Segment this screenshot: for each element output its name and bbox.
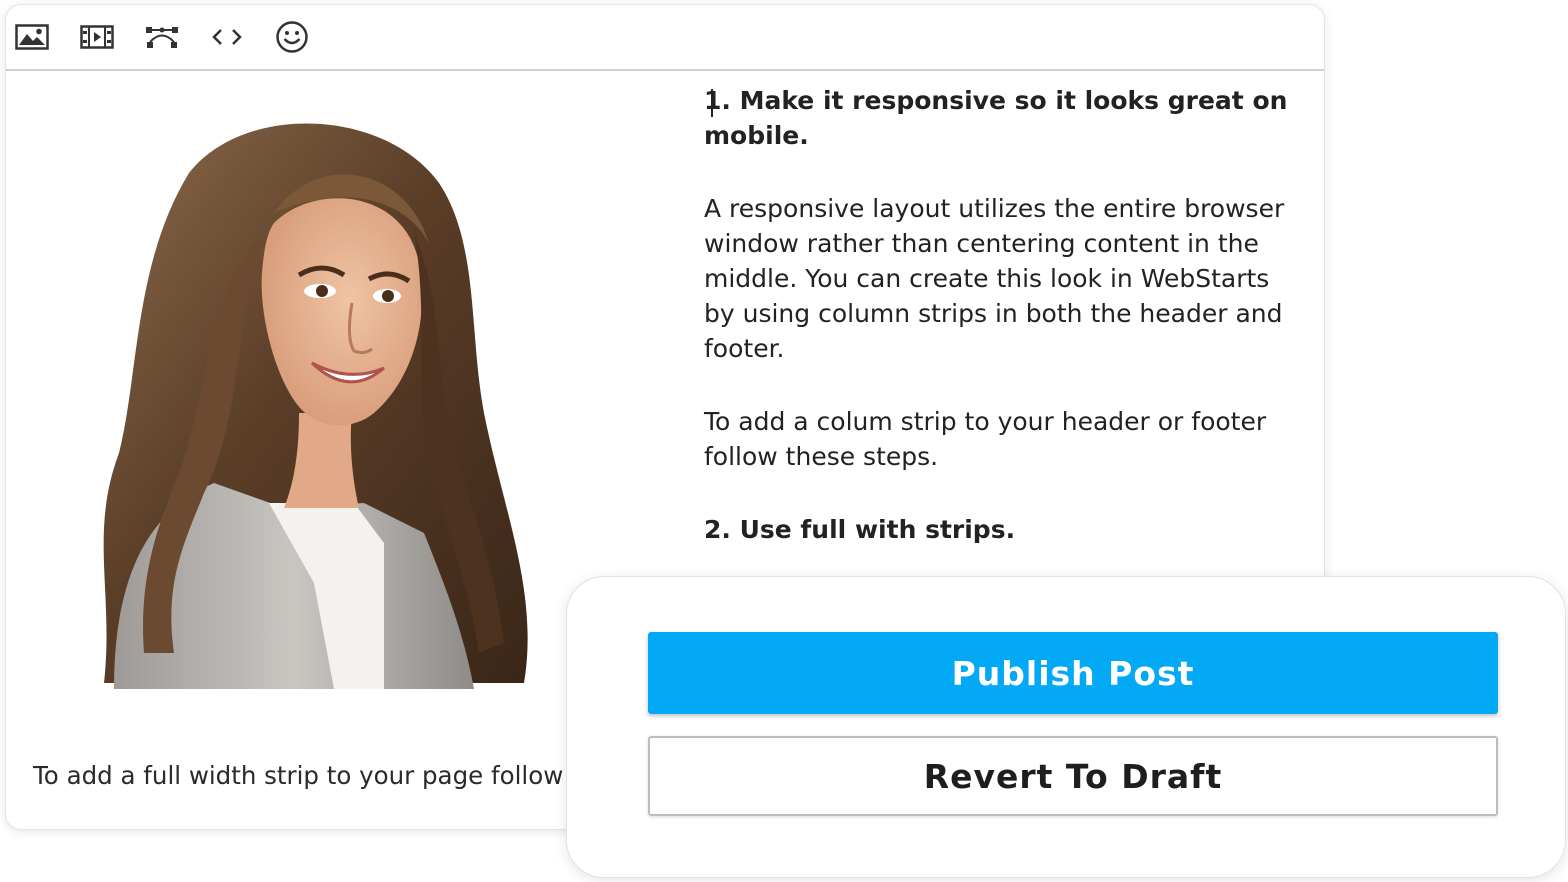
revert-to-draft-button[interactable]: Revert To Draft xyxy=(648,736,1498,816)
paragraph-1: A responsive layout utilizes the entire … xyxy=(704,194,1285,363)
heading-2: 2. Use full with strips. xyxy=(704,515,1016,544)
heading-1-text: 1. Make it responsive so it looks great … xyxy=(704,86,1288,150)
heading-1: 1. Make it responsive so it looks great … xyxy=(704,83,1304,153)
publish-panel: Publish Post Revert To Draft xyxy=(566,576,1566,878)
publish-post-button[interactable]: Publish Post xyxy=(648,632,1498,714)
insert-shape-button[interactable] xyxy=(144,19,180,55)
insert-emoji-button[interactable] xyxy=(274,19,310,55)
image-caption: To add a full width strip to your page f… xyxy=(33,761,564,790)
image-icon xyxy=(15,24,49,50)
stage: To add a full width strip to your page f… xyxy=(0,0,1568,882)
insert-image-button[interactable] xyxy=(14,19,50,55)
insert-code-button[interactable] xyxy=(209,19,245,55)
paragraph-2: To add a colum strip to your header or f… xyxy=(704,407,1267,471)
portrait-image xyxy=(103,123,528,689)
emoji-icon xyxy=(276,21,308,53)
vector-path-icon xyxy=(146,27,178,48)
text-caret xyxy=(711,89,713,117)
article-body[interactable]: 1. Make it responsive so it looks great … xyxy=(704,83,1304,585)
insert-video-button[interactable] xyxy=(79,19,115,55)
editor-toolbar xyxy=(6,5,1324,71)
code-icon xyxy=(212,29,242,45)
video-icon xyxy=(80,25,114,49)
